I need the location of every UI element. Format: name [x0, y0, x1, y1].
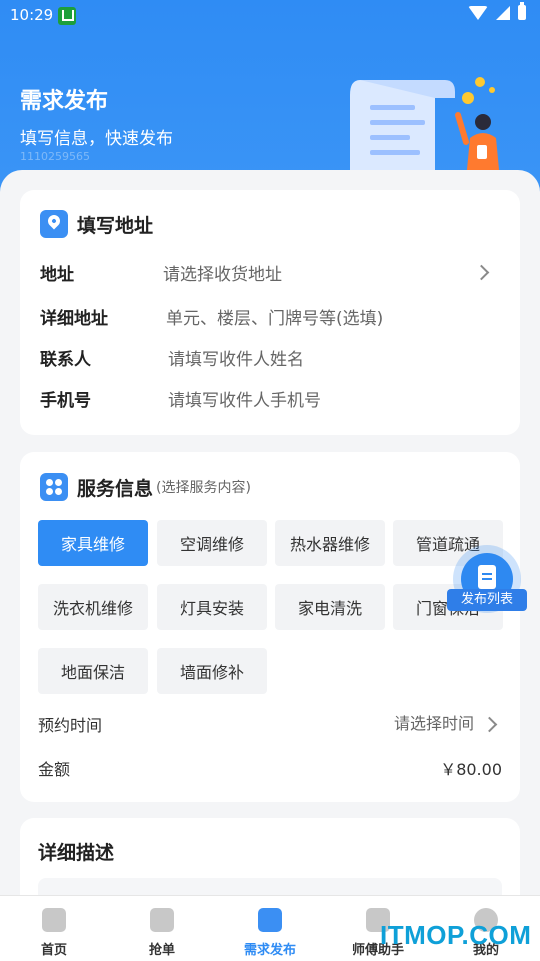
- publish-list-fab[interactable]: 发布列表: [447, 545, 527, 615]
- contact-row: 联系人 请填写收件人姓名: [40, 341, 500, 371]
- category-grid-icon: [40, 473, 68, 501]
- tab-home[interactable]: 首页: [0, 896, 108, 961]
- appointment-time-select[interactable]: 请选择时间: [394, 710, 474, 734]
- service-chip-furniture-repair[interactable]: 家具维修: [38, 520, 148, 566]
- chevron-right-icon: [473, 264, 490, 281]
- address-select[interactable]: 请选择收货地址: [163, 260, 282, 285]
- page-code: 1110259565: [20, 150, 90, 163]
- wifi-icon: [468, 5, 488, 20]
- service-card-hint: (选择服务内容): [156, 480, 251, 496]
- address-card-header: 填写地址: [40, 210, 153, 238]
- service-chip-wall-repair[interactable]: 墙面修补: [157, 648, 267, 694]
- detail-address-row: 详细地址 单元、楼层、门牌号等(选填): [40, 300, 500, 330]
- watermark: ITMOP.COM: [380, 920, 532, 950]
- service-chip-washer-repair[interactable]: 洗衣机维修: [38, 584, 148, 630]
- status-bar: 10:29: [0, 0, 540, 32]
- description-title: 详细描述: [38, 842, 115, 864]
- amount-row: 金额 ￥80.00: [38, 756, 502, 782]
- battery-icon: [518, 2, 526, 20]
- status-time: 10:29: [10, 6, 54, 24]
- appointment-time-row[interactable]: 预约时间 请选择时间: [38, 712, 502, 738]
- detail-address-label: 详细地址: [40, 309, 108, 329]
- order-icon: [150, 908, 174, 932]
- contact-label: 联系人: [40, 350, 91, 370]
- contact-name-input[interactable]: 请填写收件人姓名: [168, 345, 304, 370]
- signal-icon: [496, 5, 510, 20]
- receipt-illustration: [350, 77, 500, 180]
- amount-value: ￥80.00: [440, 760, 502, 779]
- service-card: 服务信息 (选择服务内容) 家具维修 空调维修 热水器维修 管道疏通 洗衣机维修…: [20, 452, 520, 802]
- address-card: 填写地址 地址 请选择收货地址 详细地址 单元、楼层、门牌号等(选填) 联系人 …: [20, 190, 520, 435]
- service-chip-ac-repair[interactable]: 空调维修: [157, 520, 267, 566]
- service-card-header: 服务信息 (选择服务内容): [40, 473, 251, 501]
- home-icon: [42, 908, 66, 932]
- phone-input[interactable]: 请填写收件人手机号: [168, 386, 321, 411]
- service-chip-floor-cleaning[interactable]: 地面保洁: [38, 648, 148, 694]
- service-card-title: 服务信息: [77, 477, 154, 500]
- address-row[interactable]: 地址 请选择收货地址: [40, 256, 500, 286]
- status-icons: [468, 2, 526, 20]
- service-chip-water-heater-repair[interactable]: 热水器维修: [275, 520, 385, 566]
- chevron-right-icon: [481, 716, 498, 733]
- phone-label: 手机号: [40, 391, 91, 411]
- page-title: 需求发布: [20, 89, 109, 114]
- address-card-title: 填写地址: [77, 214, 154, 237]
- address-label: 地址: [40, 265, 74, 285]
- service-chip-appliance-cleaning[interactable]: 家电清洗: [275, 584, 385, 630]
- detail-address-input[interactable]: 单元、楼层、门牌号等(选填): [166, 304, 383, 329]
- amount-label: 金额: [38, 760, 71, 779]
- page-subtitle: 填写信息，快速发布: [20, 129, 173, 149]
- tab-grab-order[interactable]: 抢单: [108, 896, 216, 961]
- phone-row: 手机号 请填写收件人手机号: [40, 382, 500, 412]
- publish-icon: [258, 908, 282, 932]
- appointment-time-label: 预约时间: [38, 716, 103, 735]
- service-chip-light-install[interactable]: 灯具安装: [157, 584, 267, 630]
- app-notification-icon: [58, 7, 76, 25]
- location-pin-icon: [40, 210, 68, 238]
- tab-publish-label: 需求发布: [243, 943, 296, 958]
- tab-grab-order-label: 抢单: [148, 943, 175, 958]
- tab-home-label: 首页: [40, 943, 67, 958]
- publish-list-label: 发布列表: [447, 589, 527, 611]
- tab-publish[interactable]: 需求发布: [216, 896, 324, 961]
